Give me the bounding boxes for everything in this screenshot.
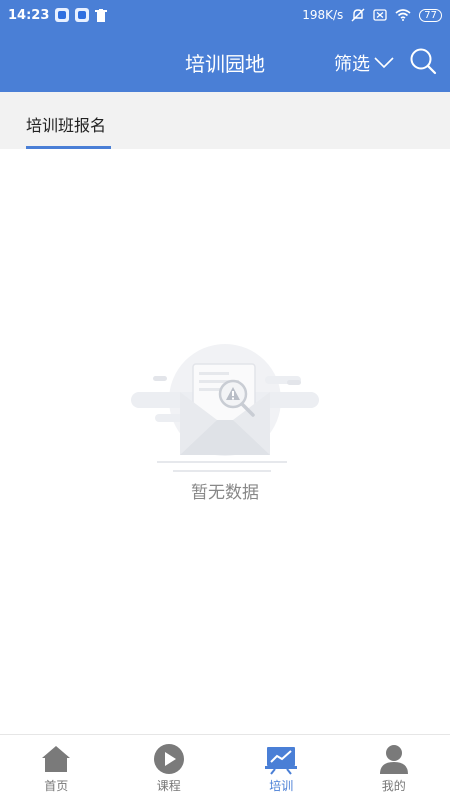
filter-dropdown[interactable]: 筛选 <box>334 50 394 76</box>
notification-app-icon <box>75 8 90 22</box>
status-time: 14:23 <box>8 7 50 23</box>
filter-label: 筛选 <box>334 54 370 75</box>
no-sim-icon <box>373 9 387 21</box>
play-icon <box>153 744 184 774</box>
nav-item-courses[interactable]: 课程 <box>113 735 226 800</box>
nav-item-training[interactable]: 培训 <box>225 735 338 800</box>
nav-label: 首页 <box>44 779 69 793</box>
wifi-icon <box>395 9 411 21</box>
network-speed: 198K/s <box>302 8 344 22</box>
battery-indicator: 77 <box>419 8 442 22</box>
nav-label: 我的 <box>381 779 406 793</box>
nav-item-home[interactable]: 首页 <box>0 735 113 800</box>
user-icon <box>379 745 408 774</box>
nav-label: 培训 <box>269 779 294 793</box>
empty-state-text: 暂无数据 <box>191 483 259 503</box>
nav-item-profile[interactable]: 我的 <box>338 735 450 800</box>
trash-icon <box>95 8 108 22</box>
status-bar: 14:23 198K/s 77 <box>0 0 450 30</box>
home-icon <box>42 746 71 772</box>
tab-training-registration[interactable]: 培训班报名 <box>26 112 106 136</box>
tab-bar: 培训班报名 <box>0 92 450 149</box>
bottom-navigation: 首页 课程 培训 我的 <box>0 734 450 800</box>
nav-label: 课程 <box>156 779 181 793</box>
training-icon <box>265 747 298 775</box>
tab-active-indicator <box>26 146 111 149</box>
status-right: 198K/s 77 <box>302 8 442 22</box>
search-icon[interactable] <box>408 46 438 76</box>
app-header: 培训园地 筛选 <box>0 30 450 92</box>
notification-app-icon <box>55 8 70 22</box>
empty-state-illustration-icon <box>131 344 319 472</box>
chevron-down-icon <box>374 57 394 69</box>
status-left: 14:23 <box>8 7 108 23</box>
mute-icon <box>351 8 365 22</box>
